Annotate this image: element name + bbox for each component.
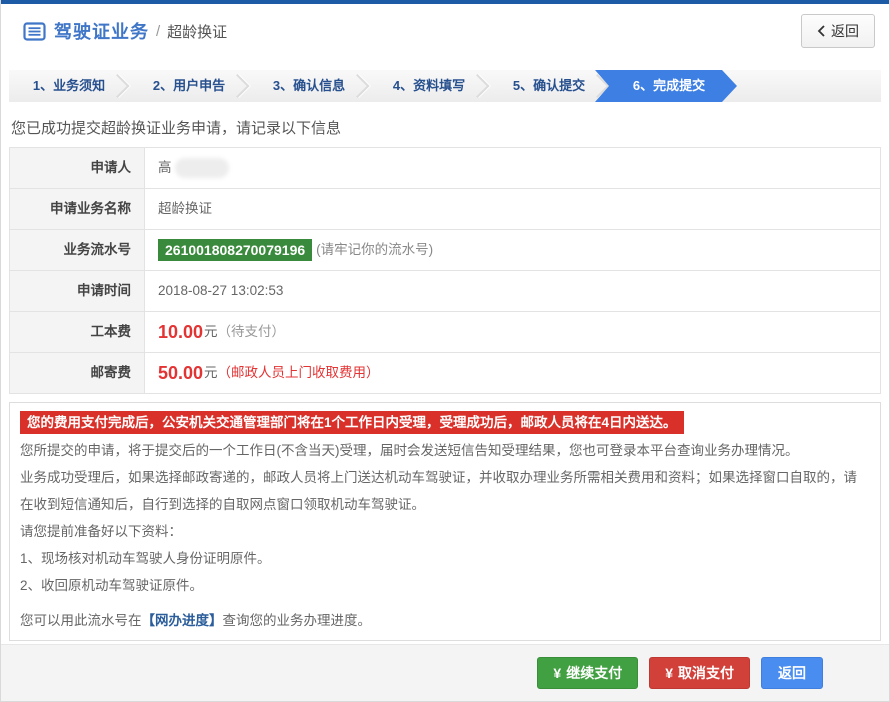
table-row-apply-time: 申请时间 2018-08-27 13:02:53 [10, 271, 880, 312]
fee-unit: 元 [204, 365, 218, 380]
table-row-serial-number: 业务流水号 261001808270079196 (请牢记你的流水号) [10, 230, 880, 271]
step-label: 3、确认信息 [272, 78, 346, 93]
header: 驾驶证业务 / 超龄换证 返回 [1, 4, 889, 58]
table-row-applicant: 申请人 高 [10, 148, 880, 189]
step-1-business-notes: 1、业务须知 [9, 70, 129, 102]
progress-query-note: 您可以用此流水号在【网办进度】查询您的业务办理进度。 [20, 607, 870, 634]
post-fee-amount: 50.00 [158, 363, 204, 383]
step-label: 5、确认提交 [512, 78, 586, 93]
row-label: 工本费 [10, 312, 145, 352]
notice-box: 您的费用支付完成后，公安机关交通管理部门将在1个工作日内受理，受理成功后，邮政人… [9, 402, 881, 641]
apply-time: 2018-08-27 13:02:53 [158, 283, 284, 298]
work-fee-amount: 10.00 [158, 322, 204, 342]
work-fee-note: （待支付） [217, 324, 286, 339]
breadcrumb-current: 超龄换证 [167, 23, 228, 41]
steps-bar-filler [737, 70, 881, 102]
row-value: 50.00 元 （邮政人员上门收取费用） [145, 353, 880, 393]
notice-paragraph: 您所提交的申请，将于提交后的一个工作日(不含当天)受理，届时会发送短信告知受理结… [20, 443, 799, 458]
step-2-user-declaration: 2、用户申告 [129, 70, 249, 102]
redacted-name-blur [174, 158, 229, 178]
back-button-label: 返回 [831, 23, 859, 39]
payment-warning-banner: 您的费用支付完成后，公安机关交通管理部门将在1个工作日内受理，受理成功后，邮政人… [20, 411, 684, 434]
result-info-table: 申请人 高 申请业务名称 超龄换证 业务流水号 2610018082700791… [9, 147, 881, 394]
footer-back-label: 返回 [778, 665, 806, 681]
table-row-post-fee: 邮寄费 50.00 元 （邮政人员上门收取费用） [10, 353, 880, 394]
step-label: 4、资料填写 [392, 78, 466, 93]
post-fee-note: （邮政人员上门收取费用） [217, 365, 380, 380]
serial-note: (请牢记你的流水号) [316, 242, 434, 257]
continue-pay-label: 继续支付 [566, 665, 623, 681]
yen-icon: ¥ [665, 665, 673, 681]
page-title: 驾驶证业务 [54, 22, 149, 42]
page: 驾驶证业务 / 超龄换证 返回 1、业务须知 2、用户申告 3、确认信息 4、资… [0, 0, 890, 702]
back-button[interactable]: 返回 [801, 14, 875, 48]
row-value: 10.00 元 （待支付） [145, 312, 880, 352]
footer-back-button[interactable]: 返回 [761, 657, 823, 689]
row-label: 邮寄费 [10, 353, 145, 393]
step-3-confirm-info: 3、确认信息 [249, 70, 369, 102]
notice-list-item: 2、收回原机动车驾驶证原件。 [20, 578, 204, 593]
notice-list-item: 1、现场核对机动车驾驶人身份证明原件。 [20, 551, 271, 566]
step-6-complete-submit: 6、完成提交 [595, 70, 737, 102]
cancel-pay-button[interactable]: ¥ 取消支付 [649, 657, 750, 689]
row-value: 2018-08-27 13:02:53 [145, 271, 880, 311]
list-icon [23, 21, 46, 41]
notice-paragraph: 请您提前准备好以下资料： [20, 524, 182, 539]
table-row-work-fee: 工本费 10.00 元 （待支付） [10, 312, 880, 353]
breadcrumb-divider: / [156, 22, 161, 40]
steps-bar: 1、业务须知 2、用户申告 3、确认信息 4、资料填写 5、确认提交 6、完成提… [9, 70, 881, 102]
row-value: 超龄换证 [145, 189, 880, 229]
step-label: 2、用户申告 [152, 78, 226, 93]
row-label: 申请人 [10, 148, 145, 188]
online-progress-link[interactable]: 【网办进度】 [142, 613, 223, 628]
progress-note-suffix: 查询您的业务办理进度。 [222, 613, 372, 628]
row-label: 申请时间 [10, 271, 145, 311]
business-name: 超龄换证 [158, 201, 212, 216]
success-message: 您已成功提交超龄换证业务申请，请记录以下信息 [11, 120, 342, 137]
step-5-confirm-submit: 5、确认提交 [489, 70, 609, 102]
applicant-name: 高 [158, 160, 172, 175]
fee-unit: 元 [204, 324, 218, 339]
row-label: 业务流水号 [10, 230, 145, 270]
table-row-business-name: 申请业务名称 超龄换证 [10, 189, 880, 230]
row-value: 261001808270079196 (请牢记你的流水号) [145, 230, 880, 270]
row-label: 申请业务名称 [10, 189, 145, 229]
serial-number-badge: 261001808270079196 [158, 239, 313, 261]
step-4-fill-materials: 4、资料填写 [369, 70, 489, 102]
continue-pay-button[interactable]: ¥ 继续支付 [537, 657, 639, 689]
yen-icon: ¥ [553, 665, 562, 681]
step-label: 6、完成提交 [632, 78, 706, 93]
cancel-pay-label: 取消支付 [678, 665, 734, 681]
footer-action-bar: ¥ 继续支付 ¥ 取消支付 返回 [1, 644, 889, 701]
chevron-left-icon [817, 25, 825, 37]
progress-note-prefix: 您可以用此流水号在 [20, 613, 142, 628]
notice-paragraph: 业务成功受理后，如果选择邮政寄递的，邮政人员将上门送达机动车驾驶证，并收取办理业… [20, 470, 857, 512]
step-label: 1、业务须知 [32, 78, 106, 93]
row-value: 高 [145, 148, 880, 188]
